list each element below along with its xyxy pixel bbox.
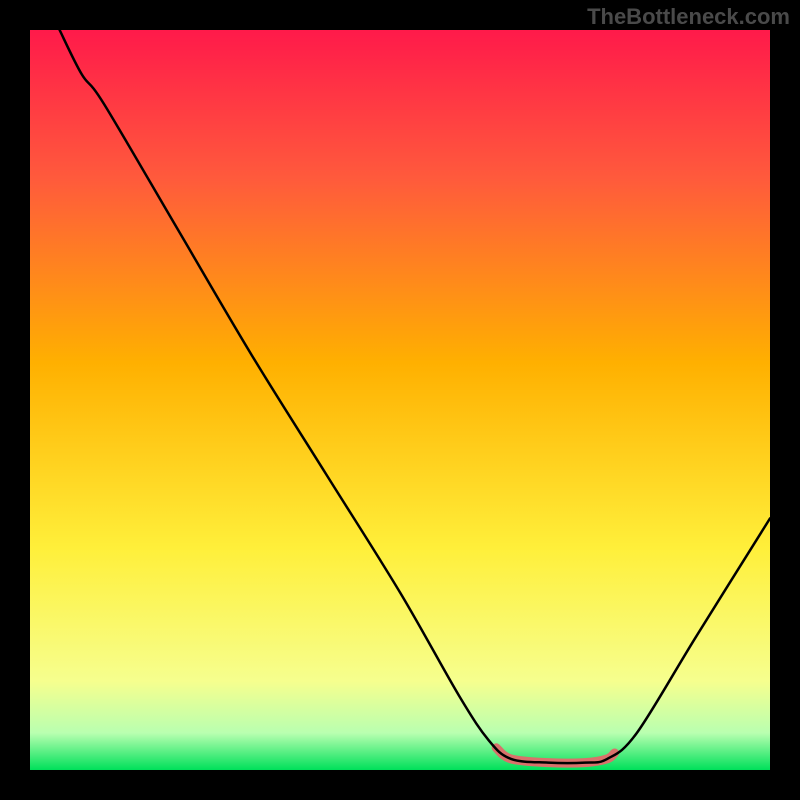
chart-container xyxy=(30,30,770,770)
chart-background xyxy=(30,30,770,770)
watermark-text: TheBottleneck.com xyxy=(587,4,790,30)
bottleneck-chart xyxy=(30,30,770,770)
